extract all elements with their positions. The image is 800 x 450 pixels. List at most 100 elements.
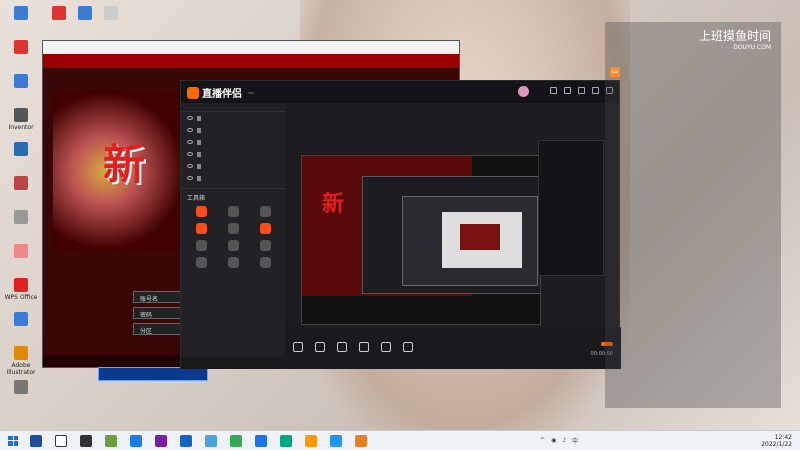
taskbar-app-icon[interactable]	[180, 434, 192, 447]
toolbox-item[interactable]	[217, 223, 249, 236]
minimize-icon[interactable]	[592, 87, 599, 94]
lock-icon[interactable]	[197, 151, 201, 157]
tool-icon	[259, 240, 271, 251]
login-button[interactable]	[98, 367, 208, 381]
tool-icon	[227, 257, 239, 268]
settings-icon[interactable]	[578, 87, 585, 94]
clock[interactable]: 12:42 2022/1/22	[761, 434, 792, 448]
taskbar-app-icon[interactable]	[80, 434, 92, 447]
eye-icon[interactable]	[187, 176, 193, 180]
toolbox-item[interactable]	[249, 223, 281, 236]
lock-icon[interactable]	[197, 175, 201, 181]
button-screen-cast[interactable]	[293, 342, 303, 354]
taskbar-app-icon[interactable]	[355, 434, 367, 447]
app-icon	[14, 210, 28, 224]
eye-icon[interactable]	[187, 152, 193, 156]
desktop-icon-label: WPS Office	[4, 294, 38, 301]
toolbox-item[interactable]	[249, 240, 281, 253]
desktop-icon[interactable]	[2, 210, 40, 226]
taskbar-app-icon[interactable]	[280, 434, 292, 447]
taskbar-app-icon[interactable]	[30, 434, 42, 447]
tool-icon	[259, 223, 271, 234]
taskbar-app-icon[interactable]	[105, 434, 117, 447]
taskbar-app-icon[interactable]	[55, 434, 67, 447]
version-badge	[248, 91, 254, 94]
game-logo-text: 新	[103, 140, 146, 189]
desktop-icon[interactable]	[2, 244, 40, 260]
taskbar-app-icon[interactable]	[130, 434, 142, 447]
button-video[interactable]	[359, 342, 369, 354]
app-icon	[14, 142, 28, 156]
app-icon	[14, 312, 28, 326]
toolbox-item[interactable]	[249, 206, 281, 219]
taskbar-app-icon[interactable]	[330, 434, 342, 447]
tool-icon	[195, 240, 207, 251]
stream-preview[interactable]: 新	[301, 155, 541, 325]
avatar[interactable]	[518, 86, 529, 97]
eye-icon[interactable]	[187, 128, 193, 132]
network-icon[interactable]: ◉	[551, 437, 556, 444]
eye-icon[interactable]	[187, 140, 193, 144]
desktop-icon[interactable]	[2, 380, 40, 396]
chevron-up-icon[interactable]: ^	[540, 437, 545, 444]
toolbox-item[interactable]	[217, 240, 249, 253]
button-speaker[interactable]	[403, 342, 413, 354]
lock-icon[interactable]	[197, 127, 201, 133]
help-hint[interactable]	[181, 357, 285, 369]
message-icon[interactable]	[564, 87, 571, 94]
button-camera[interactable]	[315, 342, 325, 354]
scene-item[interactable]	[181, 112, 285, 124]
desktop-icon[interactable]	[2, 142, 40, 158]
desktop-icon[interactable]: Adobe Illustrator	[2, 346, 40, 376]
phone-icon	[337, 342, 347, 352]
app-icon	[52, 6, 66, 20]
desktop-icon[interactable]: Inventor	[2, 108, 40, 131]
desktop-icon[interactable]	[2, 74, 40, 90]
button-phone-cast[interactable]	[337, 342, 347, 354]
toolbox-item[interactable]	[249, 257, 281, 270]
toolbox-item[interactable]	[217, 257, 249, 270]
scene-item[interactable]	[181, 148, 285, 160]
taskbar-app-icon[interactable]	[230, 434, 242, 447]
desktop-icon[interactable]	[2, 6, 40, 22]
logo-icon	[187, 86, 199, 99]
tool-icon	[195, 223, 207, 234]
scene-item[interactable]	[181, 124, 285, 136]
app-icon	[14, 6, 28, 20]
scene-item[interactable]	[181, 136, 285, 148]
lock-icon[interactable]	[197, 139, 201, 145]
taskbar-app-icon[interactable]	[205, 434, 217, 447]
windows-start-icon[interactable]	[8, 435, 18, 446]
scene-item[interactable]	[181, 172, 285, 184]
desktop-icon[interactable]	[2, 312, 40, 328]
lock-icon[interactable]	[197, 115, 201, 121]
level-badge: Lv	[610, 67, 620, 77]
toolbox-item[interactable]	[185, 240, 217, 253]
desktop-icon[interactable]: WPS Office	[2, 278, 40, 301]
taskbar-app-icon[interactable]	[255, 434, 267, 447]
toolbox-item[interactable]	[185, 206, 217, 219]
desktop-icon[interactable]	[2, 176, 40, 192]
eye-icon[interactable]	[187, 164, 193, 168]
scene-item[interactable]	[181, 160, 285, 172]
desktop-icon[interactable]	[92, 6, 130, 22]
eye-icon[interactable]	[187, 116, 193, 120]
toolbox-item[interactable]	[185, 257, 217, 270]
taskbar-app-icon[interactable]	[305, 434, 317, 447]
app-icon	[14, 40, 28, 54]
taskbar-app-icon[interactable]	[155, 434, 167, 447]
volume-icon[interactable]: ♪	[562, 437, 566, 444]
gift-icon[interactable]	[550, 87, 557, 94]
button-mic[interactable]	[381, 342, 391, 354]
ime-icon[interactable]: 中	[572, 436, 578, 445]
toolbox-item[interactable]	[185, 223, 217, 236]
lock-icon[interactable]	[197, 163, 201, 169]
tool-icon	[195, 257, 207, 268]
tool-icon	[227, 223, 239, 234]
welcome-line: Lv	[605, 66, 781, 77]
desktop-icon[interactable]	[2, 40, 40, 56]
toolbox-item[interactable]	[217, 206, 249, 219]
app-name: 直播伴侣	[202, 89, 242, 100]
